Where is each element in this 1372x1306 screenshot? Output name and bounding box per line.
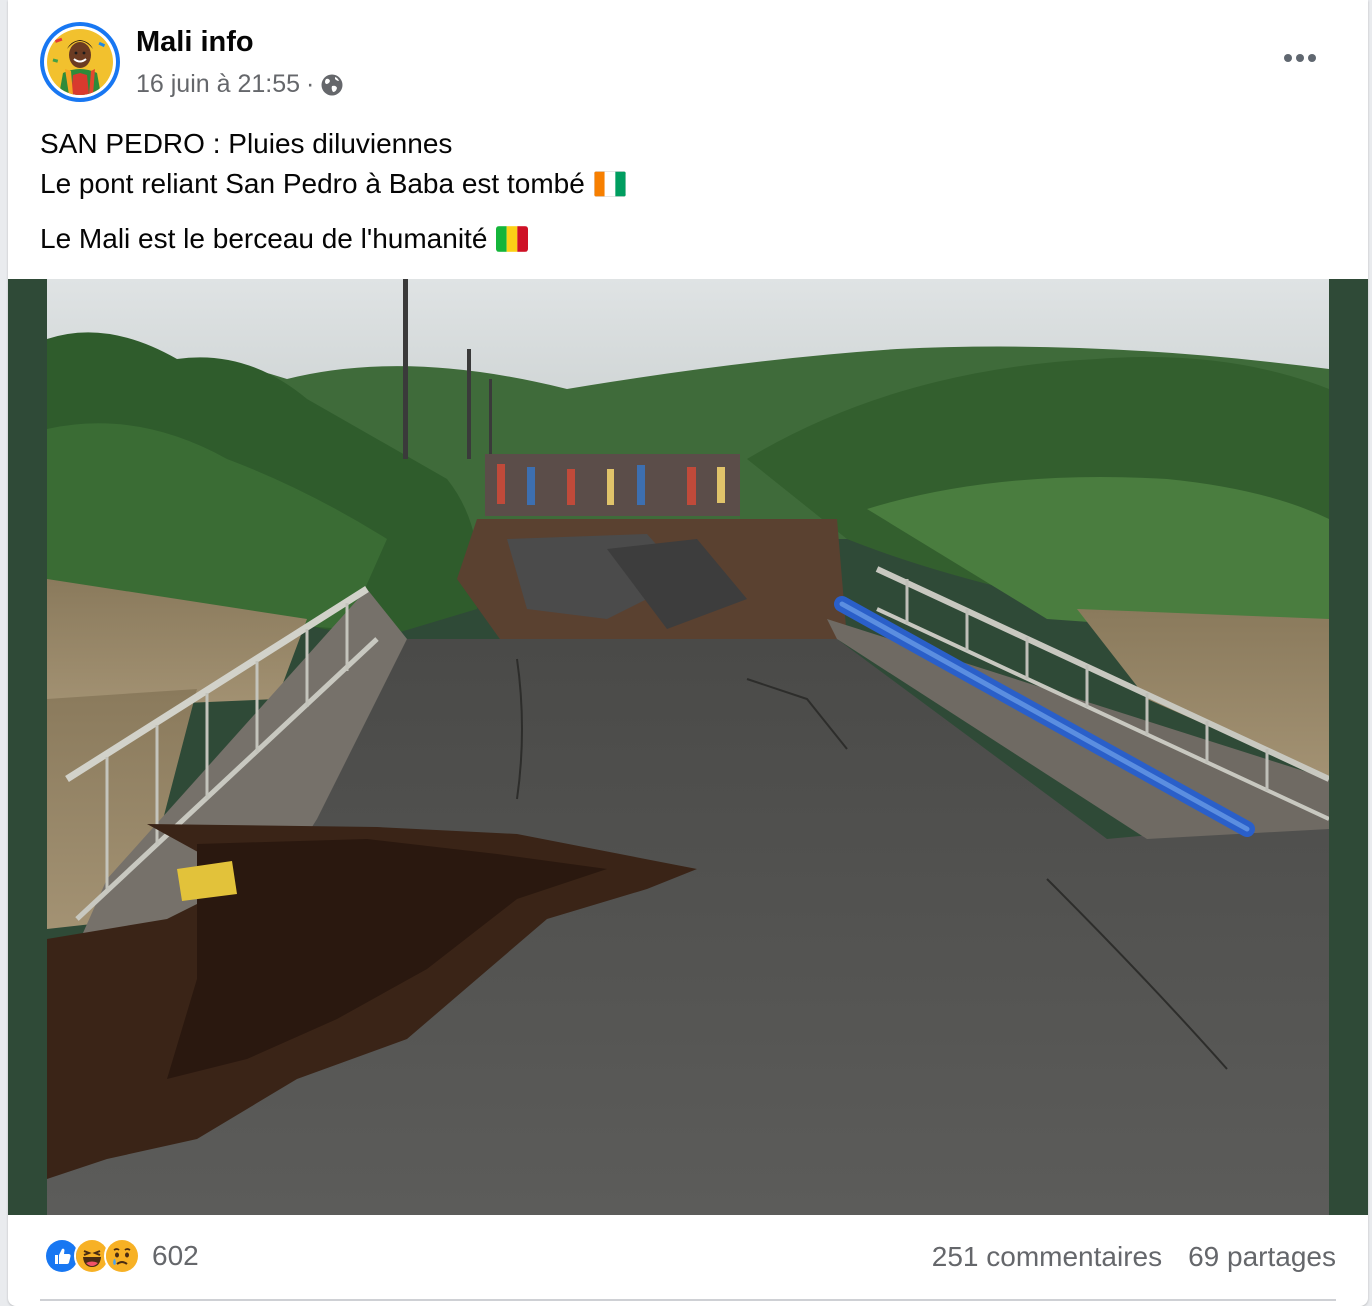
post-footer: 602 251 commentaires 69 partages	[8, 1215, 1368, 1306]
post-meta: 16 juin à 21:55 ·	[136, 70, 344, 99]
collapsed-bridge-photo[interactable]	[47, 279, 1329, 1215]
page-avatar[interactable]	[40, 22, 120, 102]
meta-separator: ·	[306, 70, 315, 98]
reaction-icons	[44, 1238, 140, 1274]
shares-count[interactable]: 69 partages	[1188, 1241, 1336, 1273]
footer-divider	[40, 1299, 1336, 1301]
post-timestamp[interactable]: 16 juin à 21:55	[136, 70, 300, 99]
reactions-summary[interactable]: 602	[44, 1238, 199, 1274]
avatar-image	[47, 29, 113, 95]
page-name[interactable]: Mali info	[136, 26, 254, 59]
post-photo-frame[interactable]	[8, 279, 1368, 1215]
post-text-line: Le pont reliant San Pedro à Baba est tom…	[40, 164, 1340, 204]
reaction-count[interactable]: 602	[152, 1240, 199, 1272]
engagement-stats: 251 commentaires 69 partages	[932, 1241, 1336, 1273]
more-options-button[interactable]	[1278, 40, 1322, 76]
post-header: Mali info 16 juin à 21:55 ·	[8, 0, 1368, 120]
sad-icon	[104, 1238, 140, 1274]
more-options-icon	[1284, 54, 1316, 62]
globe-icon[interactable]	[320, 73, 344, 97]
post-text-line: SAN PEDRO : Pluies diluviennes	[40, 128, 453, 159]
post-text-line: Le Mali est le berceau de l'humanité	[40, 219, 1340, 259]
facebook-post: Mali info 16 juin à 21:55 · SAN PEDRO: …	[8, 0, 1368, 1306]
comments-count[interactable]: 251 commentaires	[932, 1241, 1162, 1273]
mali-flag-icon	[496, 226, 529, 252]
ivory-coast-flag-icon	[593, 171, 626, 197]
post-text: SAN PEDRO : Pluies diluviennes Le pont r…	[40, 124, 1340, 259]
